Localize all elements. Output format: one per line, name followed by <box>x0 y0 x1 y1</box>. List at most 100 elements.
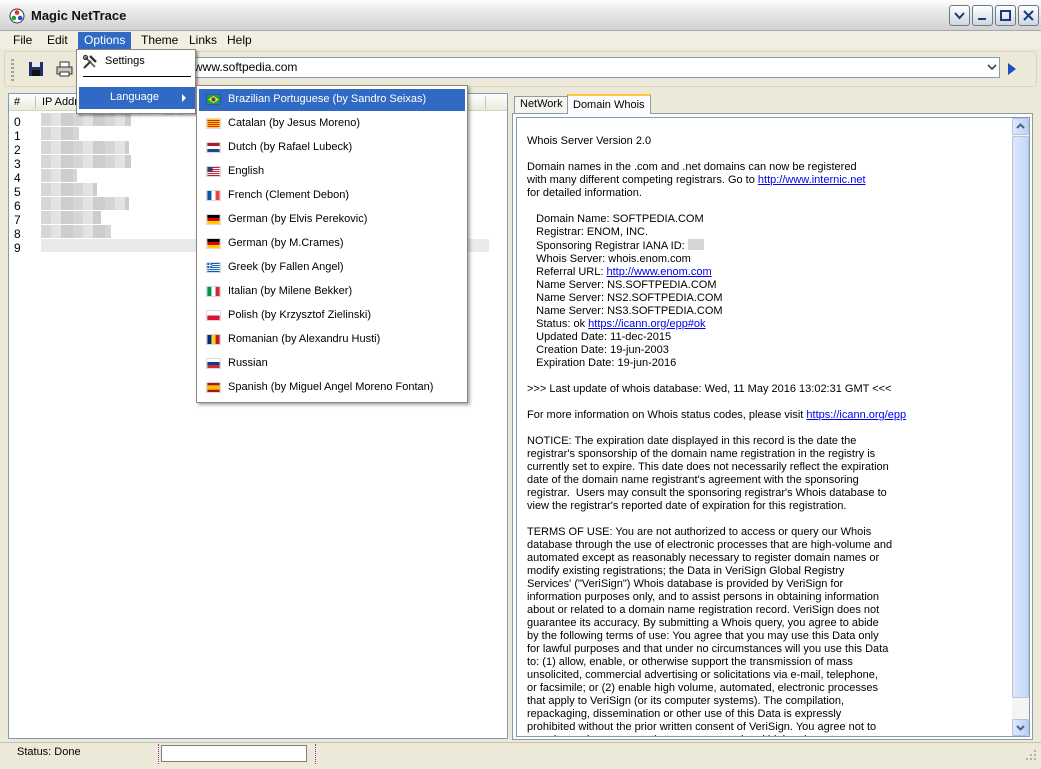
language-item-german-crames[interactable]: German (by M.Crames) <box>199 233 465 255</box>
france-flag-icon <box>206 190 221 201</box>
column-divider[interactable] <box>485 96 486 109</box>
list-item[interactable]: 1 <box>14 129 21 143</box>
status-bar: Status: Done <box>0 742 1041 769</box>
chevron-down-icon[interactable] <box>985 58 999 77</box>
language-item-russian[interactable]: Russian <box>199 353 465 375</box>
language-label: French (Clement Debon) <box>228 189 350 201</box>
chevron-up-icon <box>1016 123 1025 129</box>
tools-icon <box>82 54 97 69</box>
germany-flag-icon <box>206 214 221 225</box>
menu-options[interactable]: Options <box>78 32 132 49</box>
minimize-icon <box>978 18 986 20</box>
resize-grip-icon[interactable] <box>1025 749 1037 761</box>
vertical-scrollbar[interactable] <box>1012 118 1029 736</box>
us-flag-icon <box>206 166 221 177</box>
list-item[interactable]: 5 <box>14 185 21 199</box>
redacted-cell <box>41 211 101 224</box>
close-button[interactable] <box>1018 5 1039 26</box>
menu-item-label: Language <box>110 91 159 103</box>
column-header-ip[interactable]: IP Addr <box>42 96 78 108</box>
language-item-german-perekovic[interactable]: German (by Elvis Perekovic) <box>199 209 465 231</box>
list-item[interactable]: 9 <box>14 241 21 255</box>
language-item-catalan[interactable]: Catalan (by Jesus Moreno) <box>199 113 465 135</box>
whois-line: Whois Server: whois.enom.com <box>527 253 691 265</box>
poland-flag-icon <box>206 310 221 321</box>
netherlands-flag-icon <box>206 142 221 153</box>
scroll-up-button[interactable] <box>1012 118 1029 135</box>
whois-line: Whois Server Version 2.0 <box>527 135 652 147</box>
menu-item-language[interactable]: Language <box>79 87 195 109</box>
redacted-cell <box>41 155 131 168</box>
list-item[interactable]: 8 <box>14 227 21 241</box>
whois-line: Creation Date: 19-jun-2003 <box>527 344 669 356</box>
icann-epp-link[interactable]: https://icann.org/epp <box>806 409 906 421</box>
whois-line: Updated Date: 11-dec-2015 <box>527 331 672 343</box>
whois-line: Status: ok <box>527 318 589 330</box>
list-item[interactable]: 7 <box>14 213 21 227</box>
whois-line: with many different competing registrars… <box>527 174 758 186</box>
language-label: Russian <box>228 357 268 369</box>
language-item-italian[interactable]: Italian (by Milene Bekker) <box>199 281 465 303</box>
print-icon[interactable] <box>56 61 73 77</box>
language-item-greek[interactable]: Greek (by Fallen Angel) <box>199 257 465 279</box>
whois-line: Registrar: ENOM, INC. <box>527 226 649 238</box>
language-label: German (by Elvis Perekovic) <box>228 213 368 225</box>
column-divider[interactable] <box>35 96 36 109</box>
tab-domain-whois[interactable]: Domain Whois <box>567 94 651 114</box>
menu-theme[interactable]: Theme <box>135 32 184 49</box>
maximize-button[interactable] <box>995 5 1016 26</box>
whois-line: Sponsoring Registrar IANA ID: <box>527 240 688 252</box>
language-label: Romanian (by Alexandru Husti) <box>228 333 381 345</box>
window-menu-button[interactable] <box>949 5 970 26</box>
menu-help[interactable]: Help <box>221 32 258 49</box>
toolbar-grip[interactable] <box>11 59 14 81</box>
language-label: Spanish (by Miguel Angel Moreno Fontan) <box>228 381 434 393</box>
redacted-cell <box>41 225 111 238</box>
whois-textbox[interactable]: Whois Server Version 2.0 Domain names in… <box>516 117 1030 737</box>
language-item-dutch[interactable]: Dutch (by Rafael Lubeck) <box>199 137 465 159</box>
status-ok-link[interactable]: https://icann.org/epp#ok <box>588 318 705 330</box>
whois-line: Domain Name: SOFTPEDIA.COM <box>527 213 704 225</box>
menu-file[interactable]: File <box>7 32 38 49</box>
column-header-number[interactable]: # <box>14 96 20 108</box>
menu-edit[interactable]: Edit <box>41 32 74 49</box>
go-arrow-icon[interactable] <box>1006 62 1018 76</box>
url-input[interactable]: www.softpedia.com <box>190 57 1000 78</box>
internic-link[interactable]: http://www.internic.net <box>758 174 866 186</box>
spain-flag-icon <box>206 382 221 393</box>
language-item-romanian[interactable]: Romanian (by Alexandru Husti) <box>199 329 465 351</box>
list-item[interactable]: 2 <box>14 143 21 157</box>
menu-links[interactable]: Links <box>183 32 223 49</box>
language-item-spanish[interactable]: Spanish (by Miguel Angel Moreno Fontan) <box>199 377 465 399</box>
list-item[interactable]: 0 <box>14 115 21 129</box>
window-title: Magic NetTrace <box>31 8 127 23</box>
chevron-down-icon <box>1016 725 1025 731</box>
italy-flag-icon <box>206 286 221 297</box>
romania-flag-icon <box>206 334 221 345</box>
save-icon[interactable] <box>28 61 44 77</box>
language-item-polish[interactable]: Polish (by Krzysztof Zielinski) <box>199 305 465 327</box>
list-item[interactable]: 3 <box>14 157 21 171</box>
language-label: Catalan (by Jesus Moreno) <box>228 117 361 129</box>
language-item-english[interactable]: English <box>199 161 465 183</box>
menu-separator <box>83 76 191 77</box>
scroll-down-button[interactable] <box>1012 719 1029 736</box>
enom-link[interactable]: http://www.enom.com <box>606 266 711 278</box>
language-item-french[interactable]: French (Clement Debon) <box>199 185 465 207</box>
minimize-button[interactable] <box>972 5 993 26</box>
whois-line: Expiration Date: 19-jun-2016 <box>527 357 677 369</box>
list-item[interactable]: 4 <box>14 171 21 185</box>
title-bar: Magic NetTrace <box>0 0 1041 31</box>
redacted-cell <box>687 239 704 250</box>
list-item[interactable]: 6 <box>14 199 21 213</box>
language-item-brazilian-portuguese[interactable]: Brazilian Portuguese (by Sandro Seixas) <box>199 89 465 111</box>
menu-item-settings[interactable]: Settings <box>77 52 195 72</box>
tab-network[interactable]: NetWork <box>514 96 569 113</box>
redacted-cell <box>41 113 131 126</box>
brazil-flag-icon <box>206 94 221 105</box>
language-label: Brazilian Portuguese (by Sandro Seixas) <box>228 93 427 105</box>
scroll-thumb[interactable] <box>1012 136 1029 698</box>
whois-line: Name Server: NS.SOFTPEDIA.COM <box>527 279 717 291</box>
status-divider <box>315 744 316 764</box>
status-divider <box>158 744 159 764</box>
